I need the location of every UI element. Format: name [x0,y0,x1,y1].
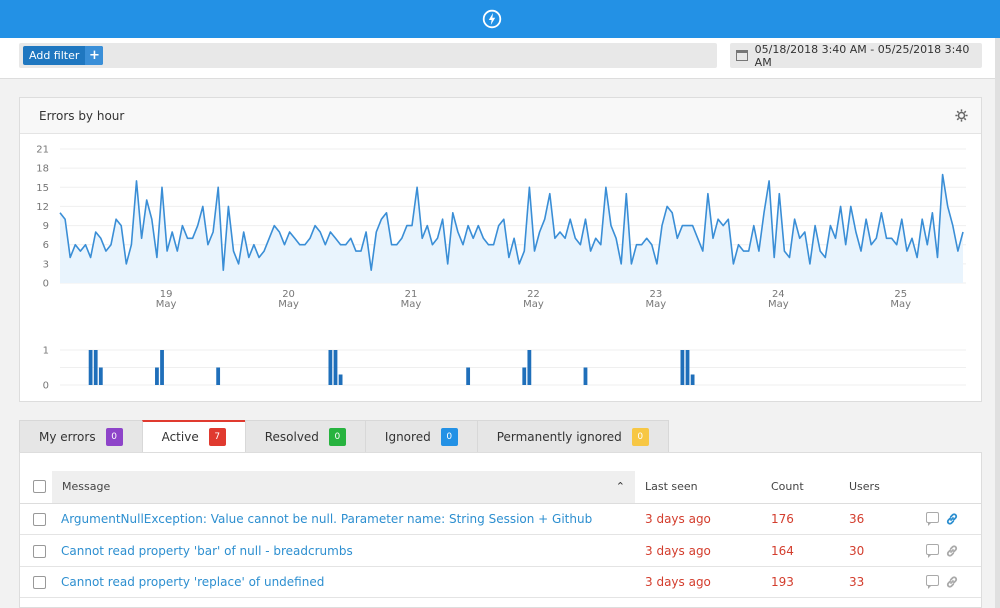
y-tick-label: 9 [43,221,49,232]
x-tick-month: May [156,299,177,310]
table-row[interactable]: ArgumentNullException: Value cannot be n… [20,504,981,535]
x-tick-month: May [523,299,544,310]
column-header-count[interactable]: Count [771,471,804,503]
y-tick-label: 6 [43,240,49,251]
add-filter-button[interactable]: Add filter + [23,46,104,65]
add-filter-label: Add filter [29,49,80,62]
users: 36 [849,512,865,526]
y-tick-label: 21 [36,145,49,156]
tab-permanently-ignored[interactable]: Permanently ignored 0 [476,420,669,453]
row-checkbox[interactable] [33,513,46,526]
filter-input[interactable]: Add filter + [19,43,717,68]
error-bar [155,367,159,385]
y-tick-label: 12 [36,202,49,213]
error-bar [527,350,532,385]
link-icon[interactable] [945,512,959,526]
last-seen: 3 days ago [645,543,711,558]
lightning-bolt-icon[interactable] [482,9,502,29]
error-bar [690,374,695,385]
count: 176 [771,512,794,526]
error-bar [160,350,164,385]
error-bar [216,367,221,385]
error-bar [680,350,685,385]
errors-by-hour-panel: Errors by hour 0 3 6 9 12 15 18 21 19 May 20 May 21 M… [19,97,982,402]
date-range-text: 05/18/2018 3:40 AM - 05/25/2018 3:40 AM [754,42,970,69]
tab-count-badge: 0 [440,427,458,446]
users: 33 [849,575,865,589]
error-tabs: My errors 0 Active 7 Resolved 0 Ignored 0 Pe… [19,420,669,453]
tab-count-badge: 0 [328,427,346,446]
link-icon[interactable] [945,575,959,589]
comment-icon[interactable] [926,543,939,558]
last-seen: 3 days ago [645,512,711,526]
tab-label: Permanently ignored [496,429,622,444]
last-seen: 3 days ago [645,575,711,589]
tab-count-badge: 0 [631,427,649,446]
x-tick-month: May [278,299,299,310]
tab-label: Ignored [384,429,431,444]
comment-icon[interactable] [926,575,939,589]
top-bar [0,0,1000,38]
x-tick-month: May [768,299,789,310]
tab-label: Resolved [264,429,319,444]
error-bar [583,367,588,385]
error-bar [88,350,93,385]
chevron-up-icon[interactable]: ⌃ [616,471,625,503]
count: 164 [771,543,794,558]
tab-label: My errors [39,429,96,444]
row-checkbox[interactable] [33,576,46,589]
count: 193 [771,575,794,589]
x-tick-month: May [646,299,667,310]
tab-count-badge: 0 [105,427,123,446]
column-header-last-seen[interactable]: Last seen [645,471,698,503]
row-checkbox[interactable] [33,544,46,558]
column-header-message[interactable]: Message ⌃ [52,471,635,503]
table-row[interactable]: Cannot read property 'replace' of undefi… [20,567,981,598]
y-tick-label: 15 [36,183,49,194]
column-label-message: Message [62,480,111,493]
error-message-link[interactable]: Cannot read property 'replace' of undefi… [61,575,324,589]
tab-label: Active [161,430,199,444]
error-bar [338,374,343,385]
error-bar [328,350,333,385]
tab-ignored[interactable]: Ignored 0 [364,420,477,453]
tab-count-badge: 7 [208,428,226,446]
date-range-picker[interactable]: 05/18/2018 3:40 AM - 05/25/2018 3:40 AM [730,42,982,69]
tab-active[interactable]: Active 7 [141,420,245,453]
y-tick-label: 0 [43,279,49,290]
error-message-link[interactable]: Cannot read property 'bar' of null - bre… [61,544,353,558]
error-bar [333,350,338,385]
select-all-checkbox[interactable] [33,480,46,493]
error-bar [93,350,98,385]
scrollbar[interactable] [995,38,1000,608]
link-icon[interactable] [945,544,959,558]
tab-my-errors[interactable]: My errors 0 [19,420,142,453]
bar-y-tick-label: 1 [43,346,49,357]
x-tick-month: May [401,299,422,310]
column-header-users[interactable]: Users [849,471,880,503]
error-bar [522,367,527,385]
area-fill [60,174,963,283]
error-bar [466,367,471,385]
errors-chart: 03691215182119May20May21May22May23May24M… [36,145,966,392]
x-tick-month: May [890,299,911,310]
plus-icon: + [85,46,104,65]
bar-y-tick-label: 0 [43,381,49,392]
errors-table: Message ⌃ Last seen Count Users Argument… [19,452,982,608]
users: 30 [849,543,865,558]
tab-resolved[interactable]: Resolved 0 [244,420,365,453]
calendar-icon [736,50,748,61]
filter-bar: Add filter + 05/18/2018 3:40 AM - 05/25/… [0,38,1000,79]
error-bar [98,367,103,385]
comment-icon[interactable] [926,512,939,526]
table-header: Message ⌃ Last seen Count Users [20,471,981,504]
y-tick-label: 18 [36,164,49,175]
table-row[interactable]: Cannot read property 'bar' of null - bre… [20,536,981,567]
error-bar [685,350,690,385]
y-tick-label: 3 [43,259,49,270]
error-message-link[interactable]: ArgumentNullException: Value cannot be n… [61,512,592,526]
